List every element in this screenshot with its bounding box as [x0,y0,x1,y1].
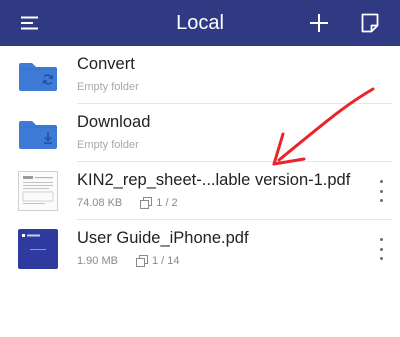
more-options-icon[interactable] [376,238,386,260]
list-item-kin2-pdf[interactable]: KIN2_rep_sheet-...lable version-1.pdf 74… [0,162,400,220]
list-item-convert-folder[interactable]: Convert Empty folder [0,46,400,104]
folder-status: Empty folder [77,81,139,93]
list-item-user-guide-pdf[interactable]: User Guide_iPhone.pdf 1.90 MB 1 / 14 [0,220,400,278]
page-count-label: 1 / 2 [156,197,178,209]
file-name: KIN2_rep_sheet-...lable version-1.pdf [77,171,351,189]
file-size: 1.90 MB [77,255,118,267]
plus-icon [310,14,328,32]
pdf-thumbnail [18,171,58,211]
pdf-thumbnail [18,229,58,269]
folder-download-icon [18,113,58,153]
file-size: 74.08 KB [77,197,123,209]
folder-status: Empty folder [77,139,139,151]
folder-convert-icon [18,55,58,95]
pages-icon [140,197,153,209]
top-bar: Local [0,0,400,46]
more-options-icon[interactable] [376,180,386,202]
edit-button[interactable] [348,0,392,46]
pages-icon [135,255,148,267]
file-meta: 1.90 MB 1 / 14 [77,255,180,267]
page-count: 1 / 2 [140,197,178,209]
note-edit-icon [361,13,379,33]
page-count: 1 / 14 [135,255,180,267]
page-count-label: 1 / 14 [151,255,180,267]
list-item-download-folder[interactable]: Download Empty folder [0,104,400,162]
add-button[interactable] [297,0,341,46]
file-name: Convert [77,55,135,73]
file-meta: 74.08 KB 1 / 2 [77,197,178,209]
file-name: User Guide_iPhone.pdf [77,229,249,247]
file-name: Download [77,113,151,131]
